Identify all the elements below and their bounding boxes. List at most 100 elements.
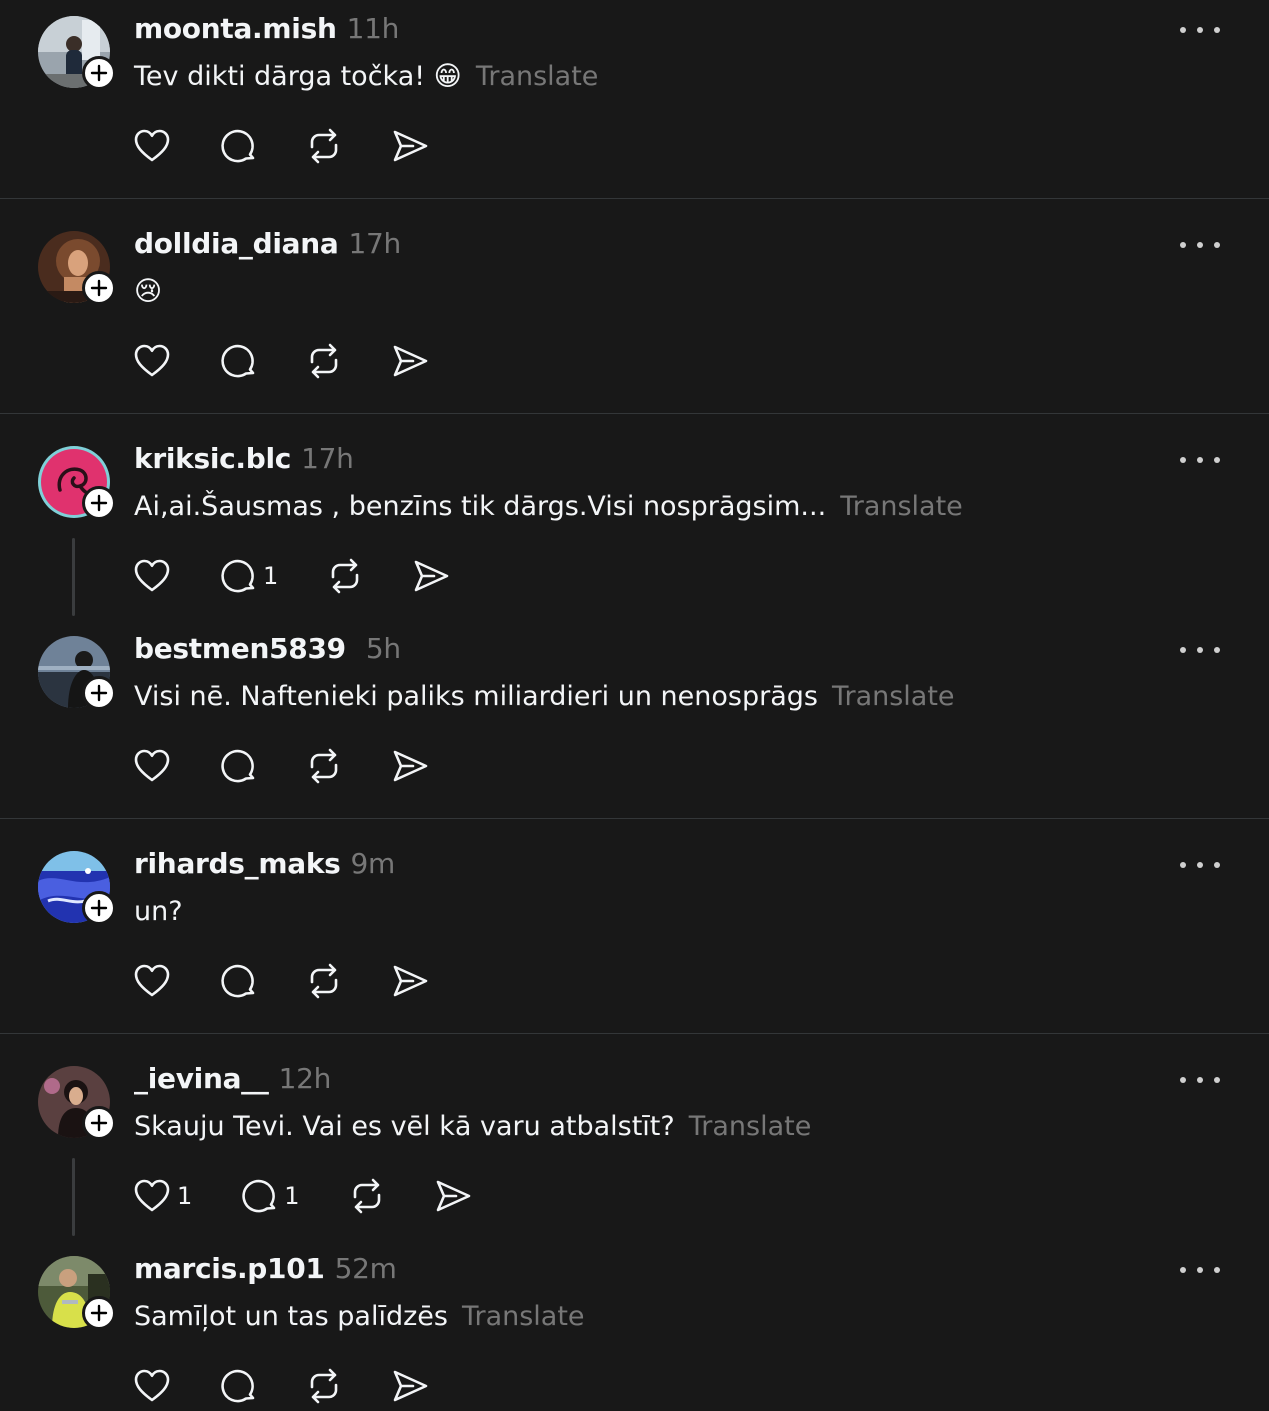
more-options-button[interactable] bbox=[1180, 240, 1220, 250]
translate-link[interactable]: Translate bbox=[462, 1301, 585, 1332]
repost-button[interactable] bbox=[305, 342, 343, 380]
follow-button[interactable] bbox=[82, 1296, 116, 1330]
repost-button[interactable] bbox=[305, 747, 343, 785]
follow-button[interactable] bbox=[82, 1106, 116, 1140]
timestamp[interactable]: 12h bbox=[279, 1062, 332, 1095]
follow-button[interactable] bbox=[82, 56, 116, 90]
translate-link[interactable]: Translate bbox=[840, 491, 963, 522]
username[interactable]: bestmen5839 bbox=[134, 632, 346, 665]
timestamp[interactable]: 17h bbox=[348, 227, 401, 260]
plus-icon bbox=[90, 1114, 108, 1132]
plus-icon bbox=[90, 684, 108, 702]
comment-bubble-icon bbox=[242, 1179, 276, 1213]
share-button[interactable] bbox=[391, 747, 429, 785]
share-button[interactable] bbox=[412, 557, 450, 595]
like-button[interactable]: 1 bbox=[133, 1178, 192, 1214]
like-button[interactable] bbox=[133, 558, 171, 594]
action-bar bbox=[133, 341, 477, 381]
thread-feed: moonta.mish 11h Tev dikti dārga točka! 😁 T… bbox=[0, 0, 1269, 1411]
username[interactable]: _ievina__ bbox=[134, 1062, 269, 1095]
reply-button[interactable] bbox=[219, 127, 257, 165]
translate-link[interactable]: Translate bbox=[832, 681, 955, 712]
repost-button[interactable] bbox=[305, 962, 343, 1000]
post-text-line: un? bbox=[134, 896, 183, 927]
action-bar bbox=[133, 961, 477, 1001]
follow-button[interactable] bbox=[82, 486, 116, 520]
more-options-button[interactable] bbox=[1180, 25, 1220, 35]
timestamp[interactable]: 52m bbox=[335, 1252, 397, 1285]
timestamp[interactable]: 11h bbox=[347, 12, 400, 45]
comment-bubble-icon bbox=[221, 1369, 255, 1403]
more-options-button[interactable] bbox=[1180, 645, 1220, 655]
send-icon bbox=[393, 965, 428, 997]
timestamp[interactable]: 5h bbox=[366, 632, 401, 665]
translate-link[interactable]: Translate bbox=[476, 61, 599, 92]
post-text: 😢 bbox=[134, 276, 163, 307]
repost-button[interactable] bbox=[305, 127, 343, 165]
reply-button[interactable]: 1 bbox=[219, 557, 278, 595]
action-bar bbox=[133, 746, 477, 786]
post-text: Tev dikti dārga točka! 😁 bbox=[134, 61, 462, 92]
share-button[interactable] bbox=[391, 342, 429, 380]
username[interactable]: marcis.p101 bbox=[134, 1252, 325, 1285]
post-text-line: Samīļot un tas palīdzēs Translate bbox=[134, 1301, 585, 1332]
share-button[interactable] bbox=[391, 127, 429, 165]
reply-button[interactable] bbox=[219, 1367, 257, 1405]
timestamp[interactable]: 9m bbox=[351, 847, 396, 880]
repost-icon bbox=[310, 1368, 338, 1404]
post-text-line: Skauju Tevi. Vai es vēl kā varu atbalstī… bbox=[134, 1111, 811, 1142]
like-button[interactable] bbox=[133, 128, 171, 164]
post-text: Ai,ai.Šausmas , benzīns tik dārgs.Visi n… bbox=[134, 491, 827, 522]
timestamp[interactable]: 17h bbox=[301, 442, 354, 475]
share-button[interactable] bbox=[391, 962, 429, 1000]
repost-icon bbox=[353, 1178, 380, 1214]
share-button[interactable] bbox=[391, 1367, 429, 1405]
follow-button[interactable] bbox=[82, 891, 116, 925]
post-text: Samīļot un tas palīdzēs bbox=[134, 1301, 448, 1332]
like-button[interactable] bbox=[133, 1368, 171, 1404]
username[interactable]: kriksic.blc bbox=[134, 442, 291, 475]
reply-button[interactable] bbox=[219, 962, 257, 1000]
reply-button[interactable] bbox=[219, 342, 257, 380]
translate-link[interactable]: Translate bbox=[689, 1111, 812, 1142]
repost-button[interactable] bbox=[305, 1367, 343, 1405]
more-options-button[interactable] bbox=[1180, 1075, 1220, 1085]
post-text: Visi nē. Naftenieki paliks miliardieri u… bbox=[134, 681, 818, 712]
like-button[interactable] bbox=[133, 748, 171, 784]
plus-icon bbox=[90, 64, 108, 82]
send-icon bbox=[436, 1180, 470, 1212]
thread-connector-line bbox=[72, 1158, 75, 1236]
post-text: un? bbox=[134, 896, 183, 927]
heart-icon bbox=[134, 129, 170, 162]
reply-button[interactable] bbox=[219, 747, 257, 785]
plus-icon bbox=[90, 494, 108, 512]
plus-icon bbox=[90, 279, 108, 297]
follow-button[interactable] bbox=[82, 271, 116, 305]
like-button[interactable] bbox=[133, 343, 171, 379]
repost-button[interactable] bbox=[326, 557, 364, 595]
reply-button[interactable]: 1 bbox=[240, 1177, 300, 1215]
repost-icon bbox=[310, 128, 338, 164]
username[interactable]: dolldia_diana bbox=[134, 227, 339, 260]
post-header: marcis.p101 52m bbox=[134, 1252, 397, 1285]
comment-bubble-icon bbox=[221, 344, 255, 378]
post-divider bbox=[0, 198, 1269, 199]
more-dots-icon bbox=[1180, 1267, 1186, 1273]
more-options-button[interactable] bbox=[1180, 1265, 1220, 1275]
comment-bubble-icon bbox=[221, 559, 255, 593]
more-options-button[interactable] bbox=[1180, 455, 1220, 465]
username[interactable]: moonta.mish bbox=[134, 12, 337, 45]
post-header: bestmen5839 5h bbox=[134, 632, 401, 665]
post-divider bbox=[0, 413, 1269, 414]
repost-button[interactable] bbox=[348, 1177, 386, 1215]
more-dots-icon bbox=[1180, 1077, 1186, 1083]
action-bar: 1 bbox=[133, 556, 498, 596]
share-button[interactable] bbox=[434, 1177, 472, 1215]
more-options-button[interactable] bbox=[1180, 860, 1220, 870]
post-text-line: Visi nē. Naftenieki paliks miliardieri u… bbox=[134, 681, 955, 712]
follow-button[interactable] bbox=[82, 676, 116, 710]
post-header: dolldia_diana 17h bbox=[134, 227, 401, 260]
username[interactable]: rihards_maks bbox=[134, 847, 341, 880]
more-dots-icon bbox=[1180, 242, 1186, 248]
like-button[interactable] bbox=[133, 963, 171, 999]
